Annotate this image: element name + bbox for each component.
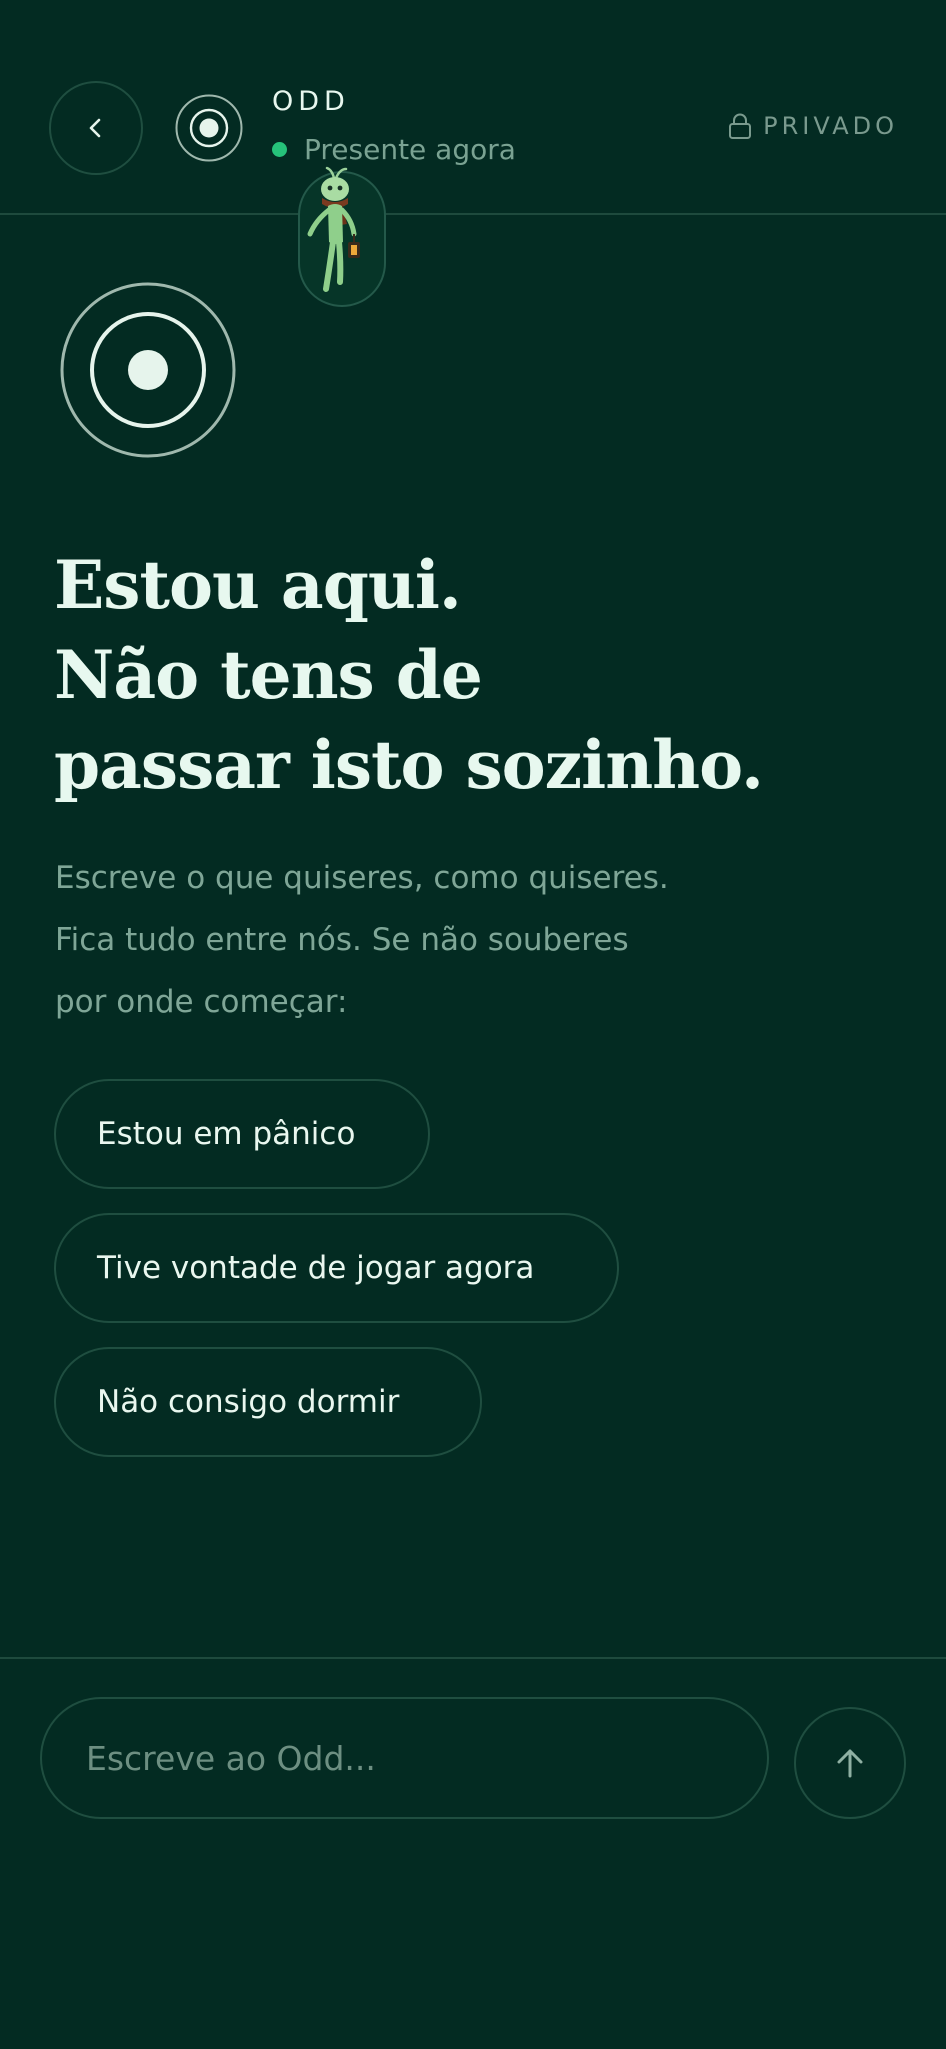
suggestion-chip-cant-sleep[interactable]: Não consigo dormir (54, 1347, 482, 1457)
lock-icon (729, 113, 752, 139)
mascot-character (298, 166, 386, 307)
back-button[interactable] (49, 81, 143, 175)
heading-line-2: Não tens de (54, 636, 483, 714)
intro-line-1: Escreve o que quiseres, como quiseres. (55, 860, 669, 896)
send-button[interactable] (794, 1707, 906, 1819)
intro-text: Escreve o que quiseres, como quiseres. F… (55, 847, 875, 1033)
suggestion-chip-gambling-urge[interactable]: Tive vontade de jogar agora (54, 1213, 619, 1323)
intro-line-3: por onde começar: (55, 984, 348, 1020)
odd-avatar (175, 94, 243, 162)
heading-line-1: Estou aqui. (54, 546, 462, 624)
arrow-up-icon (837, 1749, 863, 1778)
presence-status: Presente agora (272, 133, 516, 166)
welcome-heading: Estou aqui. Não tens de passar isto sozi… (54, 540, 914, 810)
online-dot-icon (272, 142, 287, 157)
intro-line-2: Fica tudo entre nós. Se não souberes (55, 922, 629, 958)
chat-header: ODD Presente agora PRIVADO (0, 0, 946, 215)
suggestion-list: Estou em pânico Tive vontade de jogar ag… (54, 1079, 619, 1481)
contact-name: ODD (272, 86, 350, 117)
message-composer (0, 1657, 946, 2049)
suggestion-chip-panic[interactable]: Estou em pânico (54, 1079, 430, 1189)
privacy-badge: PRIVADO (727, 112, 898, 140)
odd-large-avatar (60, 282, 236, 458)
chevron-left-icon (89, 118, 101, 138)
heading-line-3: passar isto sozinho. (54, 726, 764, 804)
privacy-label: PRIVADO (763, 112, 898, 140)
presence-label: Presente agora (304, 133, 516, 166)
message-input[interactable] (40, 1697, 769, 1819)
